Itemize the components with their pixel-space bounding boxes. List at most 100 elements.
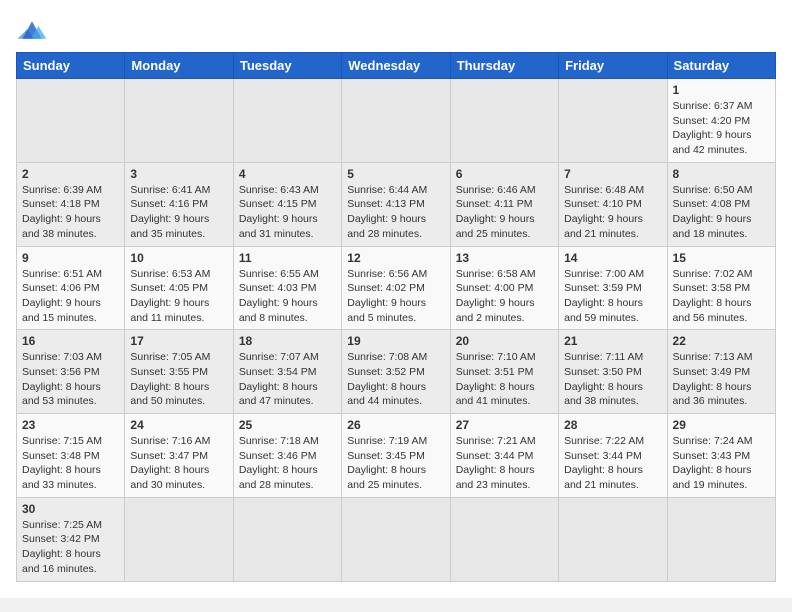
day-cell: 29 Sunrise: 7:24 AMSunset: 3:43 PMDayligh… — [667, 414, 775, 498]
day-info: Sunrise: 6:53 AMSunset: 4:05 PMDaylight:… — [130, 267, 227, 326]
day-number: 22 — [673, 334, 770, 348]
day-number: 2 — [22, 167, 119, 181]
day-number: 6 — [456, 167, 553, 181]
day-info: Sunrise: 6:44 AMSunset: 4:13 PMDaylight:… — [347, 183, 444, 242]
day-info: Sunrise: 6:56 AMSunset: 4:02 PMDaylight:… — [347, 267, 444, 326]
day-number: 21 — [564, 334, 661, 348]
day-cell: 16 Sunrise: 7:03 AMSunset: 3:56 PMDayligh… — [17, 330, 125, 414]
day-info: Sunrise: 7:02 AMSunset: 3:58 PMDaylight:… — [673, 267, 770, 326]
week-row-6: 30 Sunrise: 7:25 AMSunset: 3:42 PMDayligh… — [17, 497, 776, 581]
logo-area — [16, 16, 52, 44]
day-cell — [125, 497, 233, 581]
day-cell: 18Sunrise: 7:07 AMSunset: 3:54 PMDayligh… — [233, 330, 341, 414]
day-cell — [450, 497, 558, 581]
day-cell: 11 Sunrise: 6:55 AMSunset: 4:03 PMDayligh… — [233, 246, 341, 330]
day-header-wednesday: Wednesday — [342, 53, 450, 79]
day-number: 26 — [347, 418, 444, 432]
day-header-sunday: Sunday — [17, 53, 125, 79]
week-row-4: 16 Sunrise: 7:03 AMSunset: 3:56 PMDayligh… — [17, 330, 776, 414]
day-info: Sunrise: 6:50 AMSunset: 4:08 PMDaylight:… — [673, 183, 770, 242]
day-cell — [233, 497, 341, 581]
logo-icon — [16, 16, 48, 44]
day-number: 11 — [239, 251, 336, 265]
day-number: 9 — [22, 251, 119, 265]
day-info: Sunrise: 6:58 AMSunset: 4:00 PMDaylight:… — [456, 267, 553, 326]
header — [16, 16, 776, 44]
day-cell — [559, 79, 667, 163]
day-header-thursday: Thursday — [450, 53, 558, 79]
day-cell: 1 Sunrise: 6:37 AMSunset: 4:20 PMDaylight… — [667, 79, 775, 163]
day-number: 15 — [673, 251, 770, 265]
week-row-3: 9Sunrise: 6:51 AMSunset: 4:06 PMDaylight… — [17, 246, 776, 330]
day-info: Sunrise: 6:48 AMSunset: 4:10 PMDaylight:… — [564, 183, 661, 242]
day-number: 7 — [564, 167, 661, 181]
day-info: Sunrise: 7:11 AMSunset: 3:50 PMDaylight:… — [564, 350, 661, 409]
day-cell: 3 Sunrise: 6:41 AMSunset: 4:16 PMDaylight… — [125, 162, 233, 246]
day-info: Sunrise: 6:43 AMSunset: 4:15 PMDaylight:… — [239, 183, 336, 242]
day-number: 28 — [564, 418, 661, 432]
day-cell: 19 Sunrise: 7:08 AMSunset: 3:52 PMDayligh… — [342, 330, 450, 414]
day-number: 17 — [130, 334, 227, 348]
day-number: 13 — [456, 251, 553, 265]
day-info: Sunrise: 7:21 AMSunset: 3:44 PMDaylight:… — [456, 434, 553, 493]
day-number: 25 — [239, 418, 336, 432]
day-info: Sunrise: 7:00 AMSunset: 3:59 PMDaylight:… — [564, 267, 661, 326]
day-info: Sunrise: 7:07 AMSunset: 3:54 PMDaylight:… — [239, 350, 336, 409]
day-info: Sunrise: 7:19 AMSunset: 3:45 PMDaylight:… — [347, 434, 444, 493]
day-info: Sunrise: 7:18 AMSunset: 3:46 PMDaylight:… — [239, 434, 336, 493]
day-number: 19 — [347, 334, 444, 348]
day-header-tuesday: Tuesday — [233, 53, 341, 79]
day-header-monday: Monday — [125, 53, 233, 79]
day-cell: 24Sunrise: 7:16 AMSunset: 3:47 PMDayligh… — [125, 414, 233, 498]
day-cell: 20Sunrise: 7:10 AMSunset: 3:51 PMDayligh… — [450, 330, 558, 414]
day-info: Sunrise: 7:22 AMSunset: 3:44 PMDaylight:… — [564, 434, 661, 493]
day-cell: 7 Sunrise: 6:48 AMSunset: 4:10 PMDaylight… — [559, 162, 667, 246]
day-cell: 15 Sunrise: 7:02 AMSunset: 3:58 PMDayligh… — [667, 246, 775, 330]
day-cell — [450, 79, 558, 163]
day-number: 1 — [673, 83, 770, 97]
day-info: Sunrise: 7:08 AMSunset: 3:52 PMDaylight:… — [347, 350, 444, 409]
day-number: 27 — [456, 418, 553, 432]
day-cell: 21 Sunrise: 7:11 AMSunset: 3:50 PMDayligh… — [559, 330, 667, 414]
day-number: 8 — [673, 167, 770, 181]
day-cell — [667, 497, 775, 581]
day-number: 12 — [347, 251, 444, 265]
day-number: 29 — [673, 418, 770, 432]
calendar-body: 1 Sunrise: 6:37 AMSunset: 4:20 PMDaylight… — [17, 79, 776, 582]
day-header-friday: Friday — [559, 53, 667, 79]
day-info: Sunrise: 7:05 AMSunset: 3:55 PMDaylight:… — [130, 350, 227, 409]
day-info: Sunrise: 6:37 AMSunset: 4:20 PMDaylight:… — [673, 99, 770, 158]
day-info: Sunrise: 7:10 AMSunset: 3:51 PMDaylight:… — [456, 350, 553, 409]
calendar-page: SundayMondayTuesdayWednesdayThursdayFrid… — [0, 0, 792, 598]
day-info: Sunrise: 6:55 AMSunset: 4:03 PMDaylight:… — [239, 267, 336, 326]
day-cell — [342, 497, 450, 581]
day-info: Sunrise: 6:46 AMSunset: 4:11 PMDaylight:… — [456, 183, 553, 242]
day-number: 24 — [130, 418, 227, 432]
day-cell — [342, 79, 450, 163]
day-cell: 6 Sunrise: 6:46 AMSunset: 4:11 PMDaylight… — [450, 162, 558, 246]
day-cell: 4Sunrise: 6:43 AMSunset: 4:15 PMDaylight… — [233, 162, 341, 246]
day-cell — [125, 79, 233, 163]
day-info: Sunrise: 7:13 AMSunset: 3:49 PMDaylight:… — [673, 350, 770, 409]
week-row-2: 2Sunrise: 6:39 AMSunset: 4:18 PMDaylight… — [17, 162, 776, 246]
day-cell: 5 Sunrise: 6:44 AMSunset: 4:13 PMDaylight… — [342, 162, 450, 246]
day-number: 10 — [130, 251, 227, 265]
day-info: Sunrise: 6:41 AMSunset: 4:16 PMDaylight:… — [130, 183, 227, 242]
day-cell: 30 Sunrise: 7:25 AMSunset: 3:42 PMDayligh… — [17, 497, 125, 581]
day-cell: 27 Sunrise: 7:21 AMSunset: 3:44 PMDayligh… — [450, 414, 558, 498]
calendar-table: SundayMondayTuesdayWednesdayThursdayFrid… — [16, 52, 776, 582]
day-number: 3 — [130, 167, 227, 181]
day-cell: 12 Sunrise: 6:56 AMSunset: 4:02 PMDayligh… — [342, 246, 450, 330]
day-header-saturday: Saturday — [667, 53, 775, 79]
day-number: 5 — [347, 167, 444, 181]
day-info: Sunrise: 7:03 AMSunset: 3:56 PMDaylight:… — [22, 350, 119, 409]
day-info: Sunrise: 7:24 AMSunset: 3:43 PMDaylight:… — [673, 434, 770, 493]
day-number: 30 — [22, 502, 119, 516]
day-cell: 10 Sunrise: 6:53 AMSunset: 4:05 PMDayligh… — [125, 246, 233, 330]
day-cell: 13 Sunrise: 6:58 AMSunset: 4:00 PMDayligh… — [450, 246, 558, 330]
day-info: Sunrise: 7:25 AMSunset: 3:42 PMDaylight:… — [22, 518, 119, 577]
day-number: 16 — [22, 334, 119, 348]
day-cell: 26 Sunrise: 7:19 AMSunset: 3:45 PMDayligh… — [342, 414, 450, 498]
day-cell: 14Sunrise: 7:00 AMSunset: 3:59 PMDayligh… — [559, 246, 667, 330]
week-row-1: 1 Sunrise: 6:37 AMSunset: 4:20 PMDaylight… — [17, 79, 776, 163]
